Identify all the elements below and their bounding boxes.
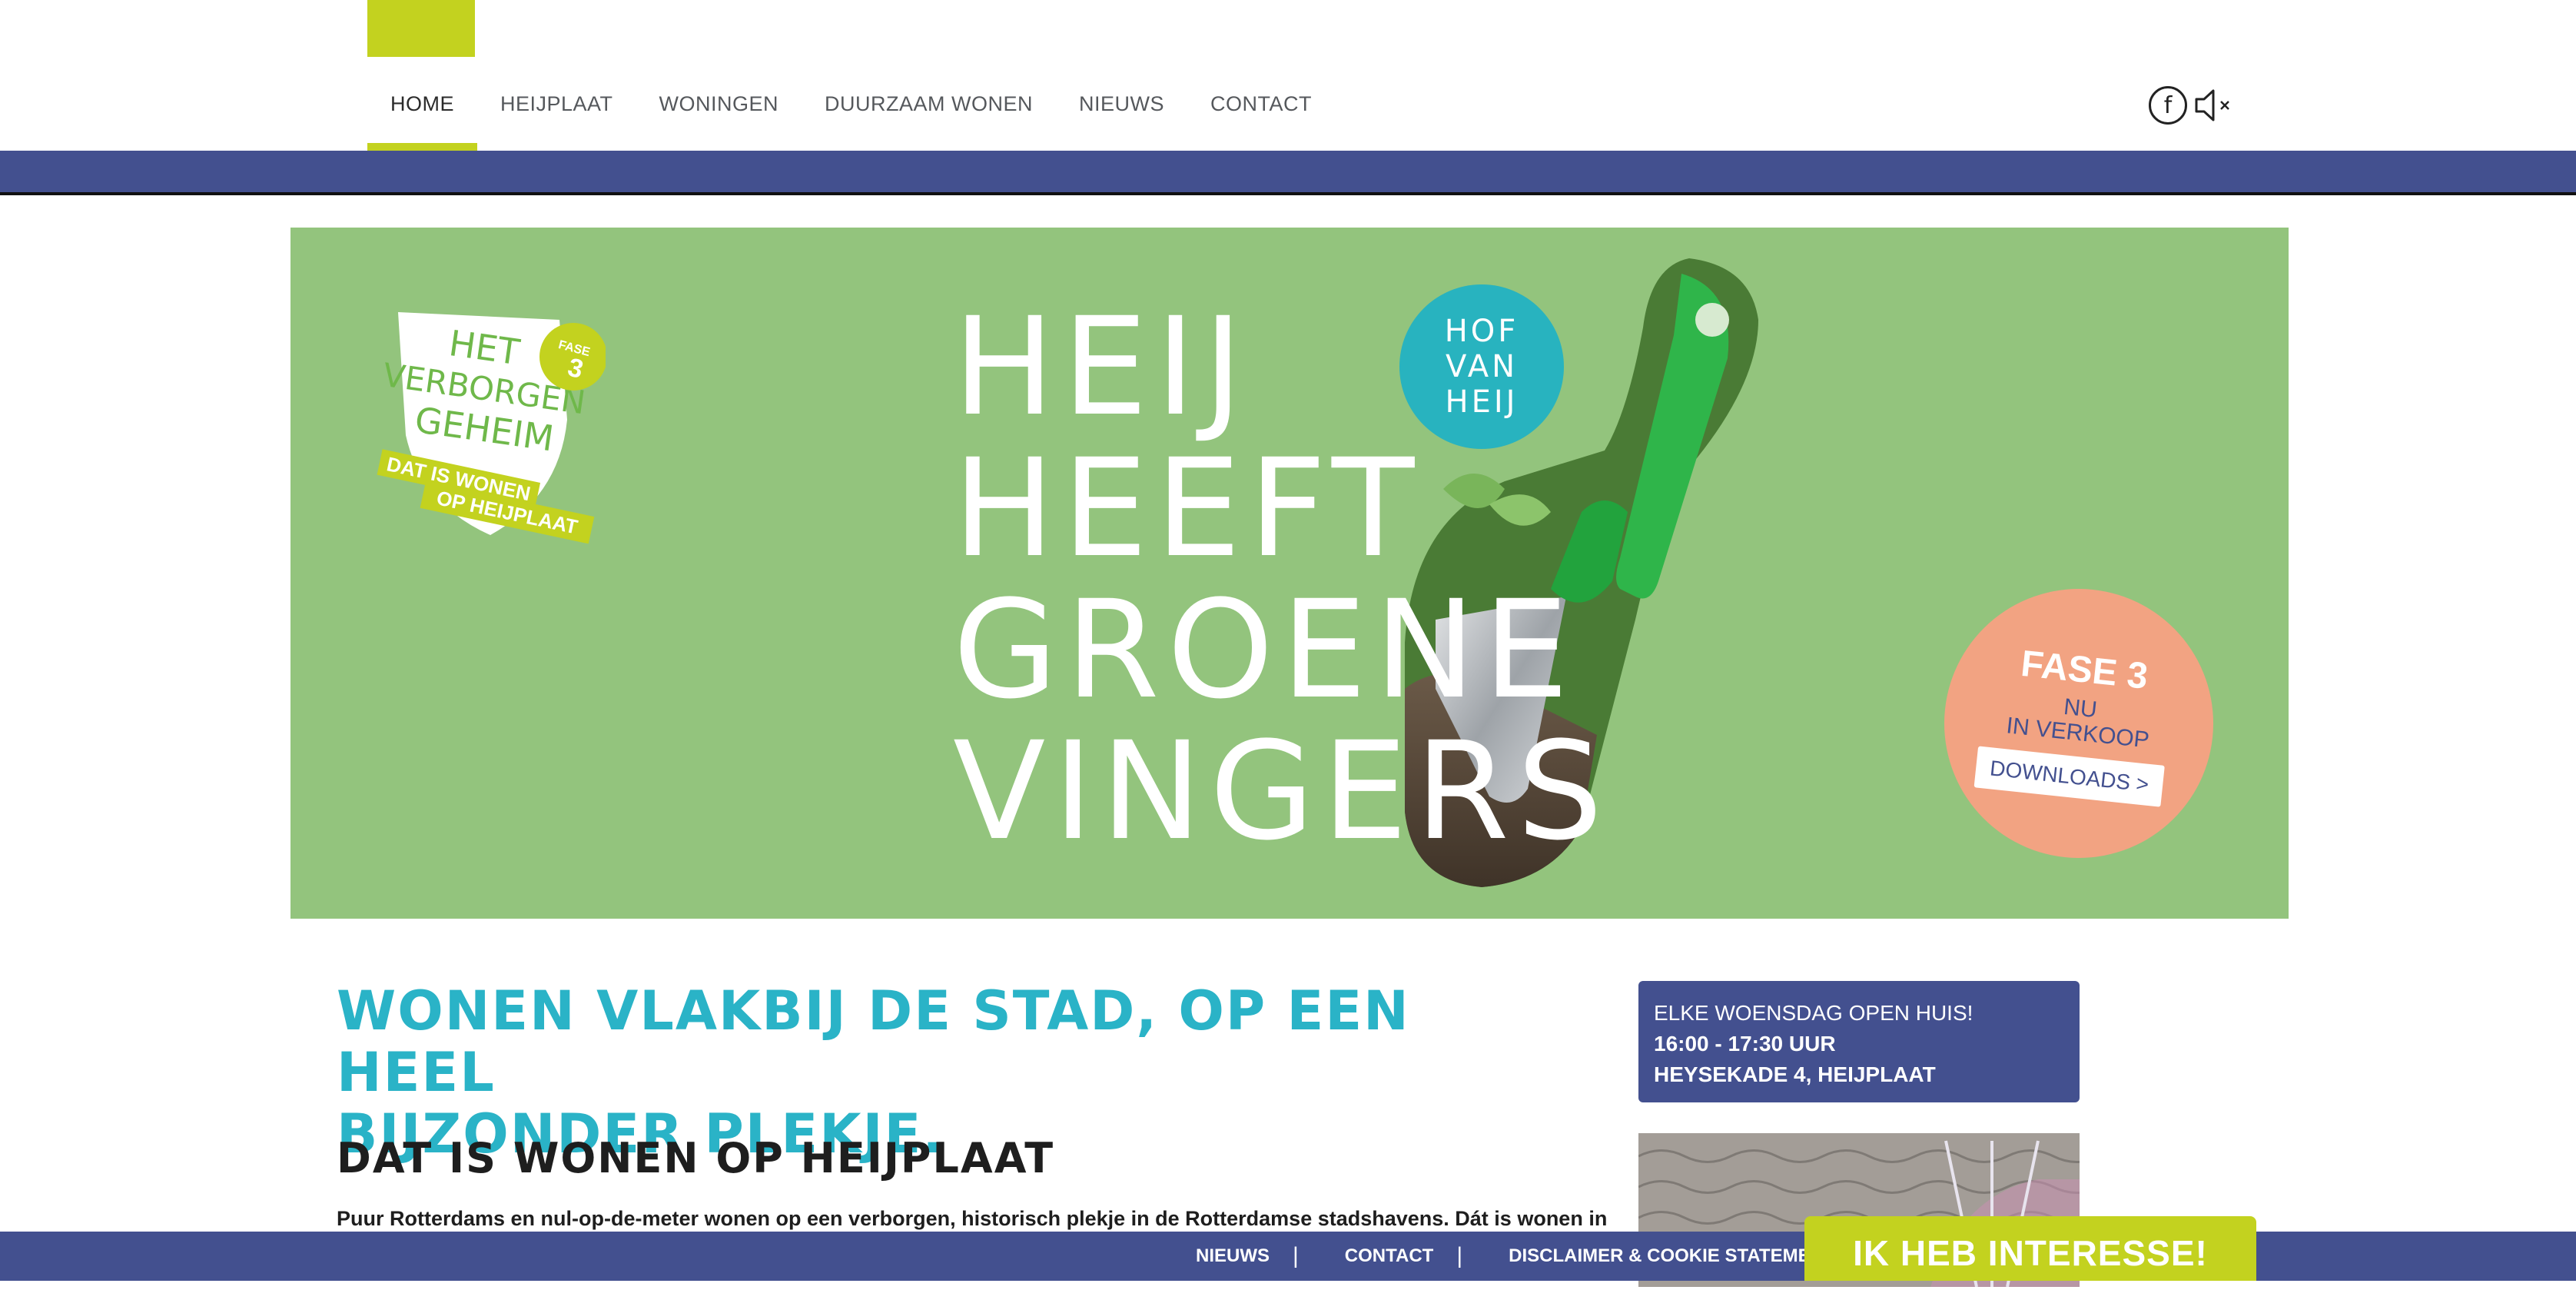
section-subtitle: DAT IS WONEN OP HEIJPLAAT [337, 1134, 1055, 1182]
footer-link-disclaimer[interactable]: DISCLAIMER & COOKIE STATEMENT [1509, 1245, 1834, 1267]
hof-line-3: HEIJ [1445, 384, 1519, 420]
intro-paragraph: Puur Rotterdams en nul-op-de-meter wonen… [337, 1207, 1608, 1230]
facebook-icon[interactable]: f [2149, 86, 2187, 125]
footer-link-contact[interactable]: CONTACT [1345, 1245, 1434, 1267]
headline-line-4: VINGERS [953, 713, 1611, 870]
speaker-muted-icon[interactable] [2193, 86, 2238, 125]
nav-item-heijplaat[interactable]: HEIJPLAAT [477, 77, 636, 151]
hof-van-heij-badge: HOF VAN HEIJ [1399, 284, 1564, 449]
footer-links: NIEUWS | CONTACT | DISCLAIMER & COOKIE S… [1196, 1232, 1835, 1281]
site-logo[interactable] [367, 0, 475, 57]
open-house-address: HEYSEKADE 4, HEIJPLAAT [1654, 1062, 1936, 1086]
main-nav: HOME HEIJPLAAT WONINGEN DUURZAAM WONEN N… [367, 77, 1335, 151]
downloads-button[interactable]: DOWNLOADS > [1973, 746, 2165, 807]
hof-line-2: VAN [1445, 349, 1519, 384]
hero-banner[interactable]: HET VERBORGEN GEHEIM DAT IS WONEN OP HEI… [290, 228, 2289, 919]
page-title-line-1: WONEN VLAKBIJ DE STAD, OP EEN HEEL [337, 979, 1410, 1104]
header-band [0, 151, 2576, 195]
nav-item-duurzaam-wonen[interactable]: DUURZAAM WONEN [802, 77, 1056, 151]
site-header: HOME HEIJPLAAT WONINGEN DUURZAAM WONEN N… [0, 0, 2576, 151]
headline-line-2: HEEFT [953, 430, 1422, 587]
social-links: f [2149, 86, 2238, 125]
open-house-time: 16:00 - 17:30 UUR [1654, 1032, 1836, 1056]
hof-line-1: HOF [1444, 314, 1519, 349]
verborgen-geheim-badge: HET VERBORGEN GEHEIM DAT IS WONEN OP HEI… [375, 304, 607, 566]
nav-item-woningen[interactable]: WONINGEN [636, 77, 802, 151]
fase-3-badge[interactable]: FASE 3 NU IN VERKOOP DOWNLOADS > [1930, 575, 2227, 872]
footer-separator: | [1293, 1243, 1299, 1268]
footer-separator: | [1456, 1243, 1463, 1268]
nav-item-contact[interactable]: CONTACT [1187, 77, 1335, 151]
nav-item-nieuws[interactable]: NIEUWS [1056, 77, 1187, 151]
open-house-notice: ELKE WOENSDAG OPEN HUIS! 16:00 - 17:30 U… [1638, 981, 2080, 1102]
headline-line-3: GROENE [953, 571, 1577, 729]
open-house-title: ELKE WOENSDAG OPEN HUIS! [1654, 1001, 1973, 1025]
footer-link-nieuws[interactable]: NIEUWS [1196, 1245, 1270, 1267]
interest-cta-button[interactable]: IK HEB INTERESSE! [1804, 1216, 2256, 1281]
nav-item-home[interactable]: HOME [367, 77, 477, 151]
